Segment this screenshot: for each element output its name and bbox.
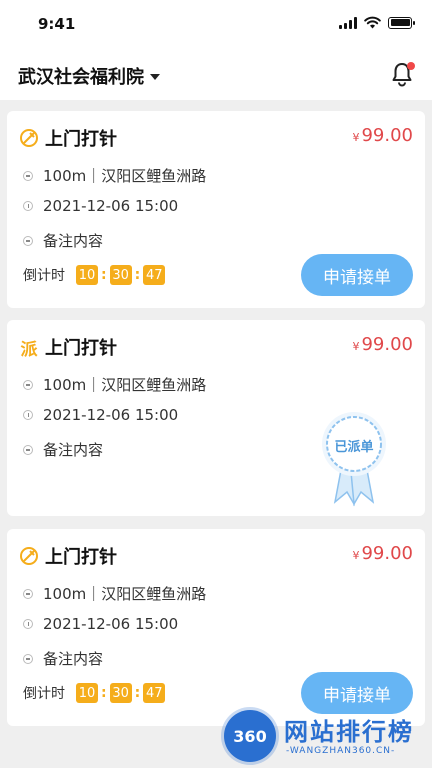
countdown: 倒计时 10 : 30 : 47 bbox=[23, 683, 166, 703]
datetime-row: 2021-12-06 15:00 bbox=[23, 197, 178, 215]
app-header: 武汉社会福利院 bbox=[0, 48, 432, 100]
clock-icon bbox=[23, 410, 33, 420]
location-icon bbox=[23, 170, 33, 181]
countdown-hours: 10 bbox=[76, 265, 98, 285]
countdown: 倒计时 10 : 30 : 47 bbox=[23, 265, 166, 285]
datetime-row: 2021-12-06 15:00 bbox=[23, 615, 178, 633]
note-row: 备注内容 bbox=[23, 648, 103, 669]
order-price: ¥99.00 bbox=[352, 125, 413, 146]
cellular-signal-icon bbox=[339, 16, 357, 29]
order-title: 上门打针 bbox=[45, 129, 117, 150]
location-row: 100m｜汉阳区鲤鱼洲路 bbox=[23, 583, 206, 604]
card-title-row: 派 上门打针 bbox=[19, 334, 118, 360]
notification-button[interactable] bbox=[388, 60, 416, 88]
watermark-logo: 360 网站排行榜 -WANGZHAN360.CN- bbox=[220, 702, 432, 768]
order-location: 100m｜汉阳区鲤鱼洲路 bbox=[43, 376, 207, 394]
battery-icon bbox=[388, 16, 415, 29]
apply-order-button[interactable]: 申请接单 bbox=[301, 254, 413, 296]
clock-icon bbox=[23, 619, 33, 629]
order-note: 备注内容 bbox=[43, 650, 104, 668]
location-icon bbox=[23, 379, 33, 390]
clock-icon bbox=[23, 201, 33, 211]
countdown-hours: 10 bbox=[76, 683, 98, 703]
location-icon bbox=[23, 588, 33, 599]
card-title-row: 上门打针 bbox=[19, 543, 117, 569]
dispatched-stamp: 已派单 bbox=[315, 410, 393, 510]
injection-badge-icon bbox=[19, 546, 39, 566]
card-title-row: 上门打针 bbox=[19, 125, 117, 151]
order-price: ¥99.00 bbox=[352, 543, 413, 564]
order-datetime: 2021-12-06 15:00 bbox=[43, 615, 179, 633]
order-card[interactable]: 派 上门打针 ¥99.00 100m｜汉阳区鲤鱼洲路 2021-12-06 15… bbox=[7, 320, 425, 516]
countdown-seconds: 47 bbox=[143, 265, 166, 285]
status-bar: 9:41 bbox=[0, 0, 432, 48]
watermark-name: 网站排行榜 bbox=[284, 718, 414, 746]
note-row: 备注内容 bbox=[23, 439, 103, 460]
org-selector[interactable]: 武汉社会福利院 bbox=[18, 63, 160, 89]
order-location: 100m｜汉阳区鲤鱼洲路 bbox=[43, 167, 207, 185]
countdown-minutes: 30 bbox=[109, 265, 132, 285]
location-row: 100m｜汉阳区鲤鱼洲路 bbox=[23, 165, 206, 186]
location-row: 100m｜汉阳区鲤鱼洲路 bbox=[23, 374, 206, 395]
datetime-row: 2021-12-06 15:00 bbox=[23, 406, 178, 424]
order-price: ¥99.00 bbox=[352, 334, 413, 355]
note-row: 备注内容 bbox=[23, 230, 103, 251]
order-title: 上门打针 bbox=[45, 338, 117, 359]
order-datetime: 2021-12-06 15:00 bbox=[43, 197, 179, 215]
stamp-label: 已派单 bbox=[334, 440, 374, 455]
note-icon bbox=[23, 653, 33, 664]
order-card[interactable]: 上门打针 ¥99.00 100m｜汉阳区鲤鱼洲路 2021-12-06 15:0… bbox=[7, 111, 425, 308]
countdown-minutes: 30 bbox=[109, 683, 132, 703]
note-icon bbox=[23, 444, 33, 455]
org-title: 武汉社会福利院 bbox=[18, 67, 144, 88]
order-note: 备注内容 bbox=[43, 441, 104, 459]
caret-down-icon bbox=[150, 74, 160, 80]
order-location: 100m｜汉阳区鲤鱼洲路 bbox=[43, 585, 207, 603]
notification-dot bbox=[407, 62, 415, 70]
countdown-label: 倒计时 bbox=[23, 268, 65, 284]
order-card[interactable]: 上门打针 ¥99.00 100m｜汉阳区鲤鱼洲路 2021-12-06 15:0… bbox=[7, 529, 425, 726]
award-ribbon-icon bbox=[322, 412, 386, 507]
order-title: 上门打针 bbox=[45, 547, 117, 568]
wifi-icon bbox=[364, 16, 381, 29]
note-icon bbox=[23, 235, 33, 246]
countdown-label: 倒计时 bbox=[23, 686, 65, 702]
injection-badge-icon bbox=[19, 128, 39, 148]
watermark-360-icon: 360 bbox=[224, 710, 276, 762]
watermark-url: -WANGZHAN360.CN- bbox=[286, 746, 396, 756]
order-note: 备注内容 bbox=[43, 232, 104, 250]
status-icons bbox=[339, 16, 415, 29]
order-datetime: 2021-12-06 15:00 bbox=[43, 406, 179, 424]
countdown-seconds: 47 bbox=[143, 683, 166, 703]
dispatch-badge-icon: 派 bbox=[20, 339, 38, 360]
status-time: 9:41 bbox=[38, 15, 76, 33]
